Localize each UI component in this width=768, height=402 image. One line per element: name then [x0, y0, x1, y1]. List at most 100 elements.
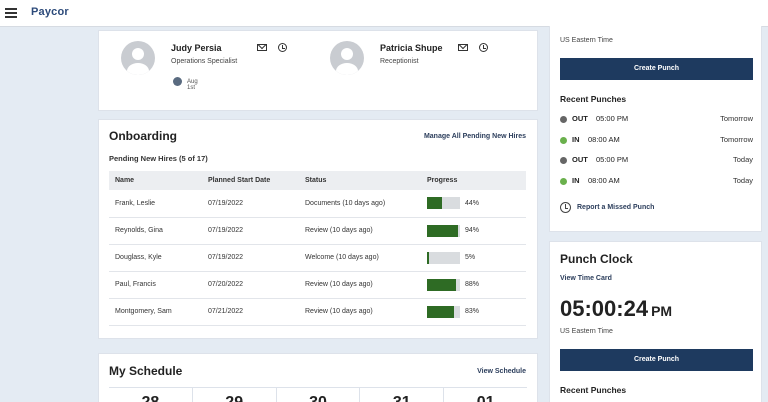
hire-status: Welcome (10 days ago)	[299, 244, 421, 272]
hire-name[interactable]: Reynolds, Gina	[109, 217, 202, 245]
avatar[interactable]	[121, 41, 155, 75]
hire-progress: 83%	[421, 298, 526, 326]
punch-row: IN 08:00 AM Today	[560, 176, 753, 188]
hire-status: Review (10 days ago)	[299, 271, 421, 299]
menu-icon[interactable]	[5, 8, 17, 18]
view-schedule-link[interactable]: View Schedule	[477, 368, 526, 375]
progress-bar	[427, 197, 460, 210]
schedule-card: My Schedule View Schedule 28 29 30 31 01	[98, 353, 538, 402]
punch-time: 05:00 PM	[596, 155, 629, 164]
column-header-name[interactable]: Name	[109, 171, 202, 190]
view-time-card-link[interactable]: View Time Card	[560, 275, 612, 282]
member-title: Receptionist	[380, 58, 419, 65]
table-row[interactable]: Reynolds, Gina 07/19/2022 Review (10 day…	[109, 217, 526, 245]
hire-progress: 88%	[421, 271, 526, 299]
member-name: Judy Persia	[171, 43, 222, 53]
hire-status: Documents (10 days ago)	[299, 190, 421, 218]
hire-start-date: 07/20/2022	[202, 271, 299, 299]
punch-time: 05:00 PM	[596, 114, 629, 123]
clock-icon	[560, 202, 571, 213]
schedule-day[interactable]: 01	[444, 388, 527, 402]
table-row[interactable]: Paul, Francis 07/20/2022 Review (10 days…	[109, 271, 526, 299]
schedule-day[interactable]: 28	[109, 388, 193, 402]
status-dot	[560, 137, 567, 144]
create-punch-button[interactable]: Create Punch	[560, 58, 753, 80]
timezone-label: US Eastern Time	[560, 37, 613, 44]
event-date: Aug 1st	[187, 79, 198, 91]
clock-ampm: PM	[651, 303, 673, 319]
create-punch-button[interactable]: Create Punch	[560, 349, 753, 371]
member-title: Operations Specialist	[171, 58, 238, 65]
hire-progress: 94%	[421, 217, 526, 245]
schedule-title: My Schedule	[109, 364, 183, 378]
punch-row: IN 08:00 AM Tomorrow	[560, 135, 753, 147]
punch-time: 08:00 AM	[588, 135, 620, 144]
report-missed-punch-link[interactable]: Report a Missed Punch	[577, 204, 654, 211]
punch-clock-title: Punch Clock	[560, 252, 633, 266]
hire-progress: 5%	[421, 244, 526, 272]
progress-percent: 94%	[465, 227, 480, 234]
progress-percent: 83%	[465, 308, 480, 315]
member-name: Patricia Shupe	[380, 43, 443, 53]
progress-bar	[427, 278, 460, 291]
punch-day: Today	[732, 155, 753, 164]
punch-day: Tomorrow	[720, 114, 753, 123]
schedule-day[interactable]: 31	[360, 388, 445, 402]
paycor-logo[interactable]: Paycor	[31, 6, 69, 18]
progress-percent: 5%	[465, 254, 476, 261]
table-row[interactable]: Montgomery, Sam 07/21/2022 Review (10 da…	[109, 298, 526, 326]
hire-name[interactable]: Montgomery, Sam	[109, 298, 202, 326]
team-card: Judy Persia Operations Specialist Aug 1s…	[98, 30, 538, 111]
hire-start-date: 07/19/2022	[202, 244, 299, 272]
hire-status: Review (10 days ago)	[299, 298, 421, 326]
avatar[interactable]	[330, 41, 364, 75]
clock-time: 05:00:24	[560, 296, 649, 321]
punch-direction: OUT	[572, 114, 588, 123]
celebration-icon	[173, 77, 182, 86]
onboarding-title: Onboarding	[109, 129, 177, 143]
schedule-day[interactable]: 29	[193, 388, 277, 402]
timezone-label: US Eastern Time	[560, 328, 613, 335]
manage-new-hires-link[interactable]: Manage All Pending New Hires	[424, 133, 526, 140]
punch-day: Today	[732, 176, 753, 185]
column-header-status[interactable]: Status	[299, 171, 421, 190]
progress-bar	[427, 305, 460, 318]
status-dot	[560, 178, 567, 185]
hire-start-date: 07/19/2022	[202, 190, 299, 218]
mail-icon[interactable]	[458, 44, 468, 51]
hire-name[interactable]: Frank, Leslie	[109, 190, 202, 218]
column-header-start-date[interactable]: Planned Start Date	[202, 171, 299, 190]
schedule-days: 28 29 30 31 01	[109, 387, 527, 402]
status-dot	[560, 157, 567, 164]
schedule-day[interactable]: 30	[277, 388, 361, 402]
mail-icon[interactable]	[257, 44, 267, 51]
punch-clock-card: Punch Clock View Time Card 05:00:24 PM US…	[549, 241, 762, 402]
progress-percent: 88%	[465, 281, 480, 288]
punch-direction: IN	[572, 176, 580, 185]
table-row[interactable]: Frank, Leslie 07/19/2022 Documents (10 d…	[109, 190, 526, 218]
hire-start-date: 07/19/2022	[202, 217, 299, 245]
hire-name[interactable]: Paul, Francis	[109, 271, 202, 299]
column-header-progress[interactable]: Progress	[421, 171, 526, 190]
punch-direction: IN	[572, 135, 580, 144]
punch-row: OUT 05:00 PM Today	[560, 155, 753, 167]
top-bar: Paycor	[0, 0, 768, 27]
hire-name[interactable]: Douglass, Kyle	[109, 244, 202, 272]
clock-icon[interactable]	[479, 43, 488, 52]
recent-punches-title: Recent Punches	[560, 385, 627, 395]
recent-punches-title: Recent Punches	[560, 94, 627, 104]
progress-fill	[427, 251, 429, 264]
punch-row: OUT 05:00 PM Tomorrow	[560, 114, 753, 126]
progress-fill	[427, 197, 442, 210]
status-dot	[560, 116, 567, 123]
current-time: 05:00:24 PM	[560, 296, 672, 322]
punch-direction: OUT	[572, 155, 588, 164]
pending-hires-subtitle: Pending New Hires (5 of 17)	[109, 154, 208, 163]
onboarding-card: Onboarding Manage All Pending New Hires …	[98, 119, 538, 339]
hire-status: Review (10 days ago)	[299, 217, 421, 245]
hire-progress: 44%	[421, 190, 526, 218]
punch-time: 08:00 AM	[588, 176, 620, 185]
punch-card-top: US Eastern Time Create Punch Recent Punc…	[549, 26, 762, 232]
table-row[interactable]: Douglass, Kyle 07/19/2022 Welcome (10 da…	[109, 244, 526, 272]
clock-icon[interactable]	[278, 43, 287, 52]
